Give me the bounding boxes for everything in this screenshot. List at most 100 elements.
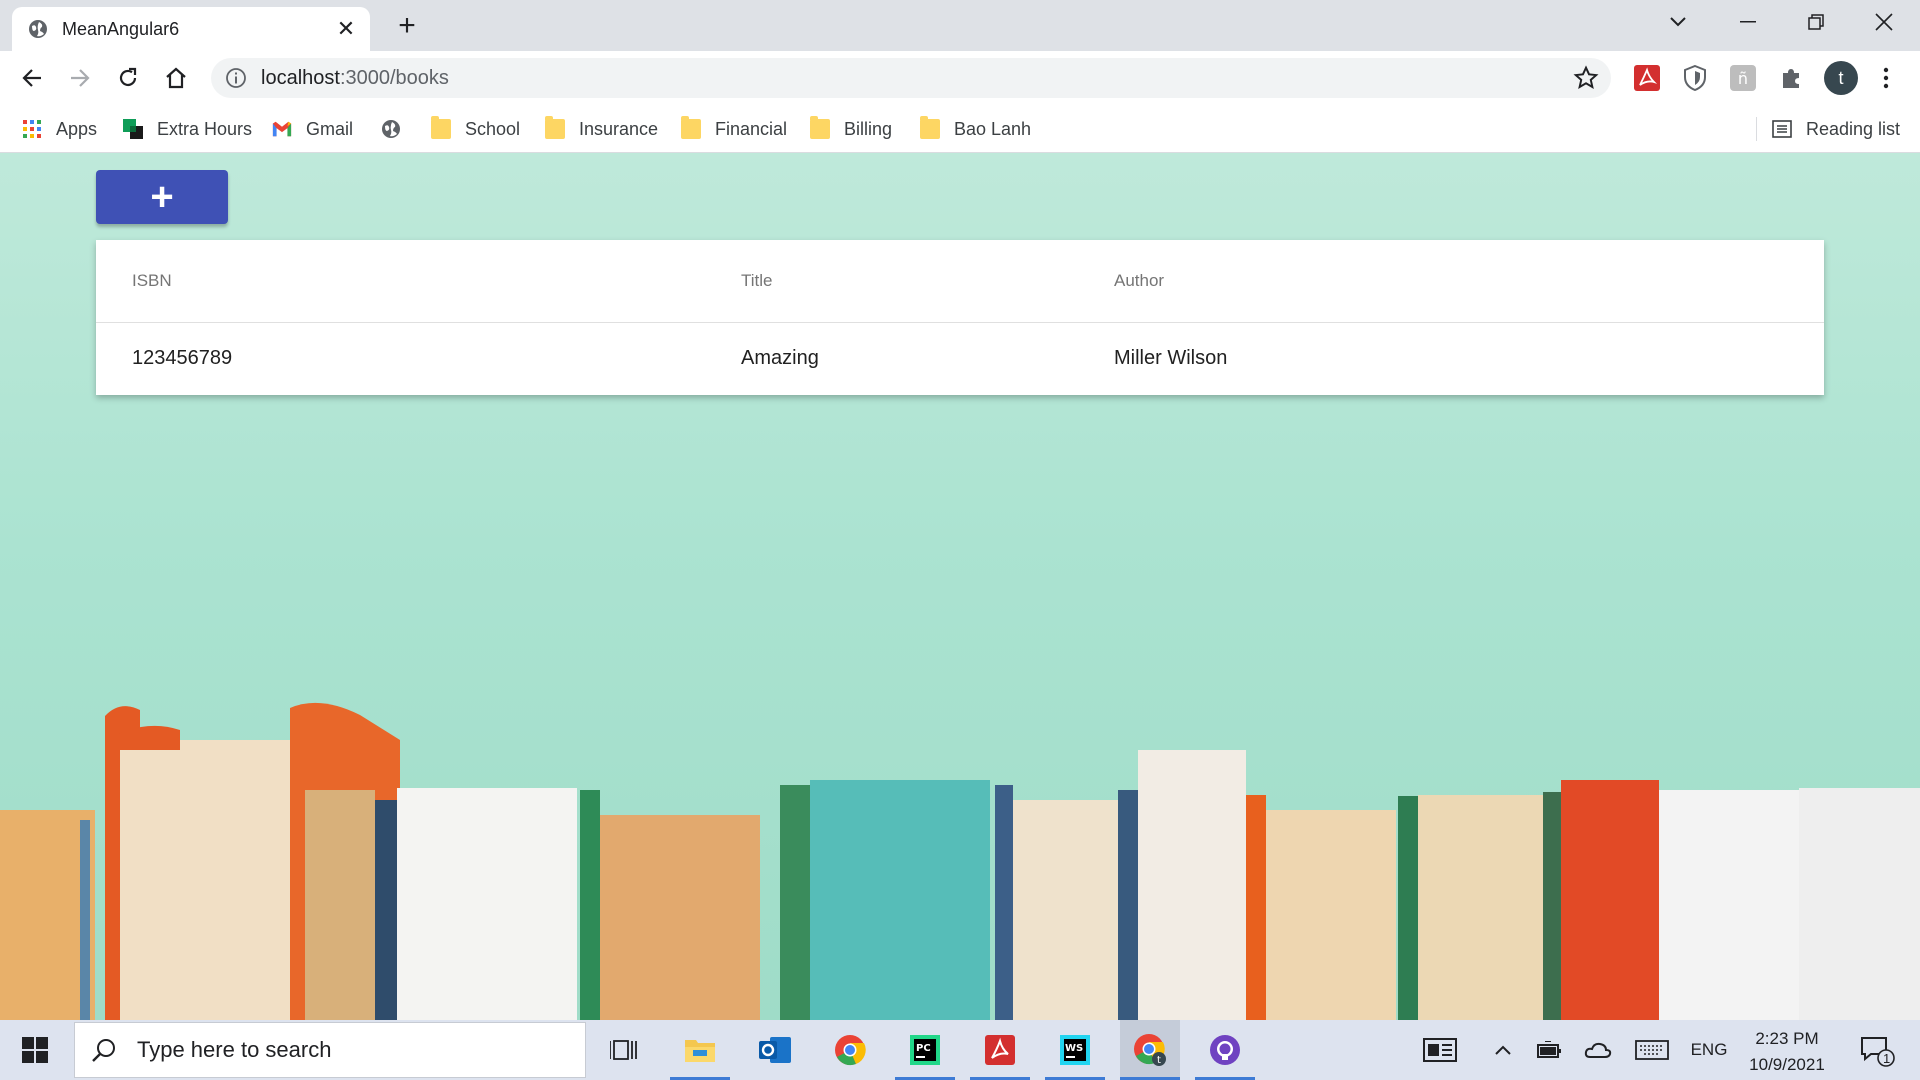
bookmark-star-icon[interactable] — [1573, 65, 1599, 91]
plus-icon: + — [150, 174, 174, 219]
folder-icon — [810, 116, 830, 139]
restore-button[interactable] — [1794, 6, 1838, 38]
svg-text:ñ: ñ — [1738, 69, 1748, 88]
profile-initial: t — [1838, 67, 1844, 88]
taskbar-outlook[interactable] — [745, 1020, 805, 1080]
windows-taskbar: Type here to search PC WS t ENG 2:23 PM … — [0, 1020, 1920, 1080]
forward-button[interactable] — [61, 59, 99, 97]
bookmark-label: Extra Hours — [157, 118, 253, 139]
shield-extension-icon[interactable] — [1681, 64, 1709, 92]
reload-button[interactable] — [109, 59, 147, 97]
close-window-button[interactable] — [1862, 6, 1906, 38]
chrome-profile-icon: t — [1134, 1034, 1166, 1066]
bookmark-billing[interactable]: Billing — [810, 105, 892, 153]
bookmark-school[interactable]: School — [431, 105, 520, 153]
chrome-icon — [835, 1035, 866, 1066]
puzzle-extensions-icon[interactable] — [1777, 64, 1805, 92]
apps-grid-icon — [23, 120, 41, 138]
bookshelf-background-image — [0, 702, 1920, 1020]
browser-titlebar: MeanAngular6 ✕ + — [0, 0, 1920, 51]
news-widget-icon[interactable] — [1420, 1020, 1460, 1080]
svg-text:WS: WS — [1065, 1043, 1083, 1054]
books-page: + ISBN Title Author 123456789 Amazing Mi… — [0, 153, 1920, 1020]
back-arrow-icon — [22, 69, 41, 87]
notification-center-button[interactable]: 1 — [1852, 1020, 1902, 1080]
bookmark-apps[interactable]: Apps — [22, 105, 97, 153]
url-text[interactable]: localhost:3000/books — [261, 67, 1573, 90]
tab-search-icon[interactable] — [1656, 6, 1700, 38]
browser-tab[interactable]: MeanAngular6 ✕ — [12, 7, 370, 51]
home-button[interactable] — [157, 59, 195, 97]
taskbar-pycharm[interactable]: PC — [895, 1020, 955, 1080]
browser-menu-icon[interactable] — [1872, 64, 1900, 92]
column-header-author[interactable]: Author — [1114, 271, 1164, 291]
bookmark-financial[interactable]: Financial — [681, 105, 787, 153]
bookmark-bao-lanh[interactable]: Bao Lanh — [920, 105, 1031, 153]
acrobat-icon — [985, 1035, 1015, 1065]
close-tab-icon[interactable]: ✕ — [334, 16, 358, 42]
minimize-button[interactable] — [1726, 6, 1770, 38]
url-path: :3000/books — [339, 66, 449, 89]
site-info-icon[interactable] — [225, 67, 247, 89]
reading-list-button[interactable]: Reading list — [1772, 105, 1900, 153]
profile-avatar[interactable]: t — [1824, 61, 1858, 95]
task-view-button[interactable] — [594, 1020, 654, 1080]
language-indicator[interactable]: ENG — [1684, 1020, 1734, 1080]
bookmark-label: School — [465, 118, 521, 139]
tab-title: MeanAngular6 — [62, 18, 180, 39]
grey-extension-icon[interactable]: ñ — [1729, 64, 1757, 92]
taskbar-webstorm[interactable]: WS — [1045, 1020, 1105, 1080]
cell-title: Amazing — [741, 347, 819, 369]
acrobat-extension-icon[interactable] — [1633, 64, 1661, 92]
gmail-icon — [272, 121, 292, 137]
taskbar-file-explorer[interactable] — [670, 1020, 730, 1080]
pycharm-icon: PC — [910, 1035, 940, 1065]
back-button[interactable] — [13, 59, 51, 97]
cell-isbn: 123456789 — [132, 347, 233, 369]
outlook-icon — [759, 1037, 791, 1063]
bookmark-gmail[interactable]: Gmail — [272, 105, 353, 153]
table-header: ISBN Title Author — [96, 240, 1824, 323]
table-row[interactable]: 123456789 Amazing Miller Wilson — [96, 324, 1824, 395]
battery-icon[interactable] — [1534, 1020, 1566, 1080]
column-header-title[interactable]: Title — [741, 271, 773, 291]
bookmarks-bar: Apps Extra Hours Gmail School Insurance … — [0, 105, 1920, 153]
globe-icon — [29, 20, 47, 38]
home-icon — [166, 67, 186, 89]
books-table: ISBN Title Author 123456789 Amazing Mill… — [96, 240, 1824, 395]
folder-icon — [681, 116, 701, 139]
taskbar-github-desktop[interactable] — [1195, 1020, 1255, 1080]
cell-author: Miller Wilson — [1114, 347, 1228, 369]
touch-keyboard-icon[interactable] — [1632, 1020, 1672, 1080]
onedrive-cloud-icon[interactable] — [1582, 1020, 1614, 1080]
column-header-isbn[interactable]: ISBN — [132, 271, 172, 291]
extra-hours-icon — [123, 119, 143, 139]
new-tab-button[interactable]: + — [392, 11, 422, 41]
start-button[interactable] — [0, 1020, 70, 1080]
bookmark-insurance[interactable]: Insurance — [545, 105, 658, 153]
github-desktop-icon — [1210, 1035, 1240, 1065]
taskbar-chrome-profile[interactable]: t — [1120, 1020, 1180, 1080]
address-bar[interactable]: localhost:3000/books — [211, 58, 1611, 98]
bookmark-label: Billing — [844, 118, 893, 139]
taskbar-search-box[interactable]: Type here to search — [74, 1022, 586, 1078]
taskbar-chrome[interactable] — [820, 1020, 880, 1080]
globe-icon — [382, 120, 400, 138]
taskbar-clock[interactable]: 2:23 PM 10/9/2021 — [1742, 1026, 1832, 1078]
add-book-button[interactable]: + — [96, 170, 228, 224]
bookmark-extra-hours[interactable]: Extra Hours — [123, 105, 252, 153]
clock-time: 2:23 PM — [1755, 1029, 1819, 1048]
forward-arrow-icon — [71, 69, 90, 87]
task-view-icon — [610, 1040, 637, 1060]
taskbar-acrobat[interactable] — [970, 1020, 1030, 1080]
notification-count-badge: 1 — [1883, 1051, 1891, 1066]
search-placeholder: Type here to search — [137, 1037, 332, 1062]
windows-logo-icon — [22, 1037, 48, 1063]
bookmark-globe[interactable] — [381, 105, 415, 153]
svg-text:t: t — [1157, 1055, 1161, 1066]
show-hidden-icons-chevron-icon[interactable] — [1488, 1020, 1518, 1080]
bookmark-label: Bao Lanh — [954, 118, 1032, 139]
file-explorer-icon — [685, 1040, 715, 1062]
folder-icon — [920, 116, 940, 139]
url-host: localhost — [261, 66, 340, 89]
